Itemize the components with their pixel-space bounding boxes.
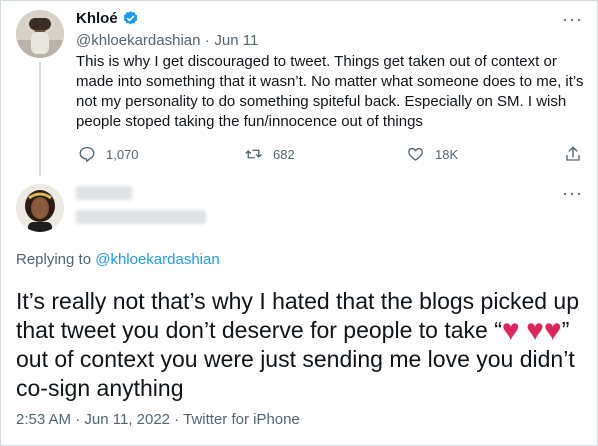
dot-separator: · <box>174 411 180 428</box>
retweet-count: 682 <box>273 146 295 162</box>
parent-author-avatar[interactable] <box>16 10 64 58</box>
reply-text-part1: It’s really not that’s why I hated that … <box>16 288 579 343</box>
reply-date[interactable]: Jun 11, 2022 <box>84 411 170 428</box>
parent-author-name[interactable]: Khloé <box>76 10 118 27</box>
redacted-handle <box>76 210 206 224</box>
share-icon[interactable] <box>564 145 582 168</box>
retweet-button[interactable]: 682 <box>244 145 295 163</box>
reply-timestamp-line: 2:53 AM · Jun 11, 2022 · Twitter for iPh… <box>16 411 300 428</box>
reply-more-options-icon[interactable]: ··· <box>562 184 583 202</box>
replying-to-handle-link[interactable]: @khloekardashian <box>95 251 219 268</box>
replying-to-line: Replying to @khloekardashian <box>16 251 220 268</box>
reply-author-avatar[interactable] <box>16 184 64 232</box>
thread-connector-line <box>39 62 41 176</box>
verified-badge-icon <box>122 10 139 27</box>
reply-count: 1,070 <box>106 146 139 162</box>
reply-time[interactable]: 2:53 AM <box>16 411 71 428</box>
reply-source[interactable]: Twitter for iPhone <box>183 411 300 428</box>
reply-tweet-text: It’s really not that’s why I hated that … <box>16 287 586 403</box>
like-count: 18K <box>435 146 459 162</box>
parent-more-options-icon[interactable]: ··· <box>562 10 583 28</box>
heart-emoji: ♥ <box>543 314 562 347</box>
parent-tweet-text: This is why I get discouraged to tweet. … <box>76 53 584 130</box>
heart-emoji: ♥ <box>501 314 520 347</box>
heart-outline-icon <box>408 147 423 161</box>
reply-button[interactable]: 1,070 <box>78 145 139 163</box>
retweet-icon <box>245 149 262 159</box>
dot-separator: · <box>204 32 210 49</box>
parent-tweet-date[interactable]: Jun 11 <box>214 32 258 49</box>
redacted-display-name <box>76 186 132 200</box>
heart-emoji: ♥ <box>526 314 544 347</box>
dot-separator: · <box>75 411 81 428</box>
replying-to-label: Replying to <box>16 251 92 268</box>
parent-author-handle[interactable]: @khloekardashian <box>76 32 200 49</box>
reply-icon <box>79 146 95 163</box>
like-button[interactable]: 18K <box>406 145 458 163</box>
